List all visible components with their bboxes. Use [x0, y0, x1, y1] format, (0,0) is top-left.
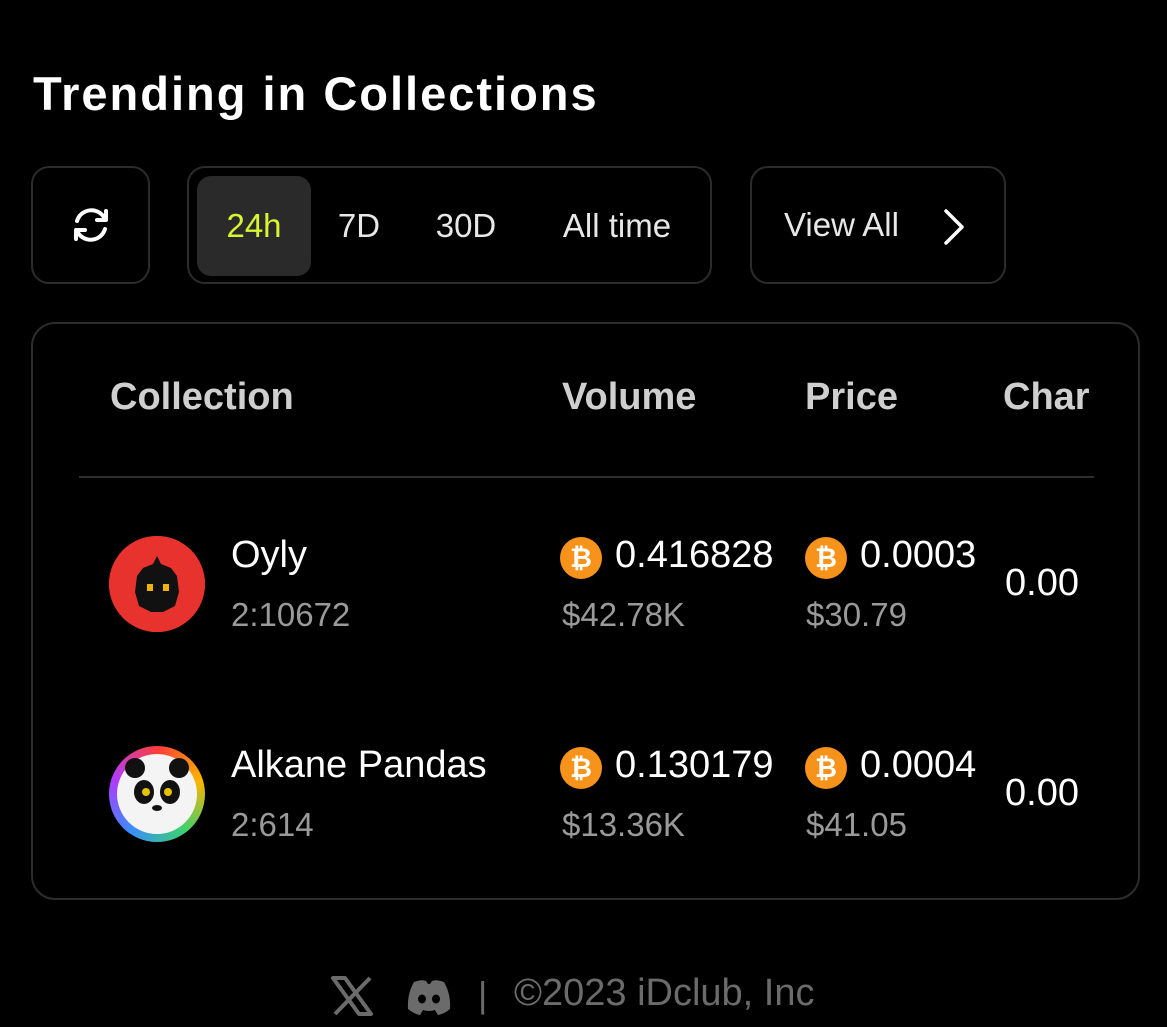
collections-table: Collection Volume Price Char Oyly 2:1067… — [31, 322, 1140, 900]
tab-all-time[interactable]: All time — [539, 176, 695, 276]
footer: | ©2023 iDclub, Inc — [0, 970, 1167, 1020]
collection-id: 2:10672 — [231, 596, 351, 633]
collection-avatar — [109, 746, 205, 842]
discord-icon[interactable] — [404, 978, 454, 1016]
bitcoin-icon: ₿ — [805, 537, 847, 579]
header-divider — [79, 476, 1094, 478]
time-range-tabs: 24h 7D 30D All time — [187, 166, 712, 284]
chevron-right-icon — [944, 209, 964, 245]
change-value: 0.00 — [1005, 772, 1079, 814]
tab-24h[interactable]: 24h — [197, 176, 311, 276]
view-all-button[interactable]: View All — [750, 166, 1006, 284]
volume-btc: 0.416828 — [615, 534, 774, 576]
collection-name[interactable]: Alkane Pandas — [231, 744, 487, 787]
column-header-change[interactable]: Char — [1003, 376, 1093, 419]
column-header-price[interactable]: Price — [805, 376, 898, 419]
volume-btc: 0.130179 — [615, 744, 774, 786]
panda-logo-icon — [117, 754, 197, 834]
collection-name[interactable]: Oyly — [231, 534, 307, 577]
column-header-volume[interactable]: Volume — [562, 376, 696, 419]
table-row[interactable]: Alkane Pandas 2:614 ₿ 0.130179 $13.36K ₿… — [33, 714, 1138, 874]
change-value: 0.00 — [1005, 562, 1079, 604]
tab-30d[interactable]: 30D — [417, 176, 515, 276]
copyright-text: ©2023 iDclub, Inc — [514, 972, 815, 1014]
table-row[interactable]: Oyly 2:10672 ₿ 0.416828 $42.78K ₿ 0.0003… — [33, 504, 1138, 664]
collection-avatar — [109, 536, 205, 632]
page-title: Trending in Collections — [33, 67, 599, 120]
price-usd: $41.05 — [806, 806, 907, 843]
bitcoin-icon: ₿ — [560, 537, 602, 579]
collection-id: 2:614 — [231, 806, 314, 843]
refresh-icon — [73, 208, 108, 242]
price-btc: 0.0004 — [860, 744, 977, 786]
tab-7d[interactable]: 7D — [321, 176, 397, 276]
footer-separator: | — [478, 974, 488, 1015]
x-icon[interactable] — [330, 976, 374, 1016]
view-all-label: View All — [784, 206, 899, 243]
refresh-button[interactable] — [31, 166, 150, 284]
volume-usd: $13.36K — [562, 806, 685, 843]
bitcoin-icon: ₿ — [560, 747, 602, 789]
price-usd: $30.79 — [806, 596, 907, 633]
price-btc: 0.0003 — [860, 534, 977, 576]
oyly-logo-icon — [109, 536, 205, 632]
bitcoin-icon: ₿ — [805, 747, 847, 789]
column-header-collection[interactable]: Collection — [110, 376, 294, 419]
volume-usd: $42.78K — [562, 596, 685, 633]
